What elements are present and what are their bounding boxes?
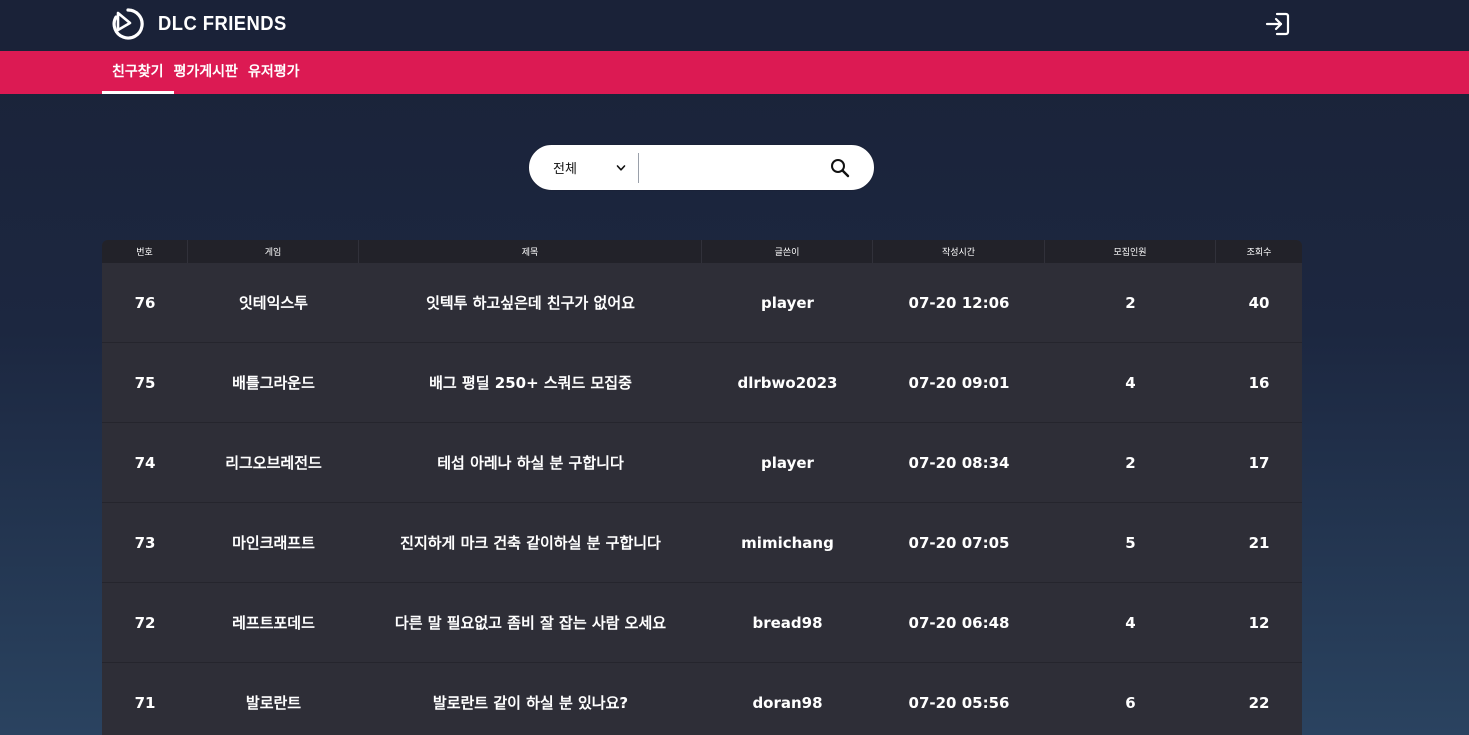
post-title[interactable]: 잇텍투 하고싶은데 친구가 없어요	[359, 263, 702, 342]
post-title[interactable]: 테섭 아레나 하실 분 구합니다	[359, 423, 702, 502]
post-time: 07-20 08:34	[908, 453, 1010, 472]
table-row[interactable]: 74 리그오브레전드 테섭 아레나 하실 분 구합니다 player 07-20…	[102, 423, 1302, 503]
post-recruit-count: 5	[1125, 533, 1136, 552]
table-header: 번호 게임 제목 글쓴이 작성시간 모집인원 조회수	[102, 240, 1302, 263]
search-bar: 전체	[528, 144, 875, 191]
post-game: 배틀그라운드	[232, 374, 315, 392]
post-views: 17	[1248, 453, 1270, 472]
post-game: 리그오브레전드	[225, 454, 322, 472]
post-number: 73	[134, 533, 156, 552]
table-row[interactable]: 72 레프트포데드 다른 말 필요없고 좀비 잘 잡는 사람 오세요 bread…	[102, 583, 1302, 663]
col-header-recruit: 모집인원	[1045, 240, 1216, 263]
logo-text: DLC FRIENDS	[158, 12, 287, 35]
col-header-time: 작성시간	[873, 240, 1045, 263]
logo-mark-icon	[112, 8, 144, 40]
logo[interactable]: DLC FRIENDS	[110, 8, 298, 40]
post-game: 발로란트	[245, 694, 302, 712]
category-select[interactable]: 전체	[529, 152, 639, 183]
col-header-author: 글쓴이	[702, 240, 873, 263]
post-author: mimichang	[741, 533, 834, 552]
post-title[interactable]: 다른 말 필요없고 좀비 잘 잡는 사람 오세요	[359, 583, 702, 662]
login-icon[interactable]	[1264, 10, 1292, 38]
table-row[interactable]: 75 배틀그라운드 배그 평딜 250+ 스쿼드 모집중 dlrbwo2023 …	[102, 343, 1302, 423]
post-time: 07-20 09:01	[908, 373, 1010, 392]
post-title[interactable]: 배그 평딜 250+ 스쿼드 모집중	[359, 343, 702, 422]
post-recruit-count: 4	[1125, 373, 1136, 392]
tab-review-board[interactable]: 평가게시판	[174, 51, 248, 94]
post-time: 07-20 05:56	[908, 693, 1010, 712]
chevron-down-icon	[616, 164, 626, 171]
post-recruit-count: 6	[1125, 693, 1136, 712]
post-views: 22	[1248, 693, 1270, 712]
search-icon[interactable]	[830, 158, 850, 178]
post-title[interactable]: 진지하게 마크 건축 같이하실 분 구합니다	[359, 503, 702, 582]
post-game: 마인크래프트	[232, 534, 315, 552]
post-views: 21	[1248, 533, 1270, 552]
post-number: 72	[134, 613, 156, 632]
main-nav: 친구찾기 평가게시판 유저평가	[0, 51, 1469, 94]
post-views: 16	[1248, 373, 1270, 392]
tab-user-rating[interactable]: 유저평가	[248, 51, 310, 94]
post-views: 40	[1248, 293, 1270, 312]
post-author: doran98	[752, 693, 823, 712]
post-author: player	[761, 293, 814, 312]
tab-find-friends[interactable]: 친구찾기	[102, 51, 174, 94]
search-input[interactable]	[639, 152, 830, 183]
post-author: bread98	[752, 613, 823, 632]
table-row[interactable]: 73 마인크래프트 진지하게 마크 건축 같이하실 분 구합니다 mimicha…	[102, 503, 1302, 583]
category-select-value: 전체	[553, 162, 577, 177]
post-recruit-count: 4	[1125, 613, 1136, 632]
nav-tabs: 친구찾기 평가게시판 유저평가	[102, 51, 309, 94]
post-number: 76	[134, 293, 156, 312]
post-number: 75	[134, 373, 156, 392]
post-number: 74	[134, 453, 156, 472]
post-recruit-count: 2	[1125, 293, 1136, 312]
post-game: 잇테익스투	[238, 294, 308, 312]
recruit-table: 번호 게임 제목 글쓴이 작성시간 모집인원 조회수 76 잇테익스투 잇텍투 …	[102, 240, 1302, 735]
table-row[interactable]: 71 발로란트 발로란트 같이 하실 분 있나요? doran98 07-20 …	[102, 663, 1302, 735]
table-row[interactable]: 76 잇테익스투 잇텍투 하고싶은데 친구가 없어요 player 07-20 …	[102, 263, 1302, 343]
top-header: DLC FRIENDS	[0, 0, 1469, 51]
post-game: 레프트포데드	[232, 614, 315, 632]
post-views: 12	[1248, 613, 1270, 632]
col-header-title: 제목	[359, 240, 702, 263]
post-author: dlrbwo2023	[737, 373, 838, 392]
post-recruit-count: 2	[1125, 453, 1136, 472]
col-header-views: 조회수	[1246, 248, 1272, 258]
col-header-game: 게임	[188, 240, 359, 263]
col-header-number: 번호	[102, 240, 188, 263]
post-number: 71	[134, 693, 156, 712]
post-time: 07-20 07:05	[908, 533, 1010, 552]
post-title[interactable]: 발로란트 같이 하실 분 있나요?	[359, 663, 702, 735]
post-author: player	[761, 453, 814, 472]
post-time: 07-20 06:48	[908, 613, 1010, 632]
post-time: 07-20 12:06	[908, 293, 1010, 312]
